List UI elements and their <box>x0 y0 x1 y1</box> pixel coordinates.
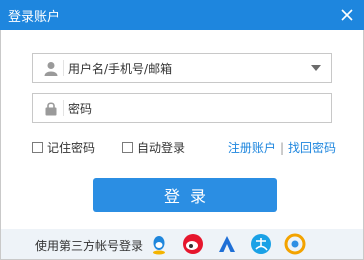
register-link[interactable]: 注册账户 <box>228 139 276 156</box>
login-options: 记住密码 自动登录 注册账户 | 找回密码 <box>32 138 336 156</box>
third-party-bar: 使用第三方帐号登录 <box>0 229 364 260</box>
baidu-icon[interactable] <box>216 233 238 255</box>
title-bar: 登录账户 <box>0 0 364 30</box>
username-placeholder: 用户名/手机号/邮箱 <box>68 61 173 76</box>
user-icon <box>40 58 62 78</box>
third-party-label: 使用第三方帐号登录 <box>35 239 144 253</box>
window-title: 登录账户 <box>8 9 61 25</box>
account-links: 注册账户 | 找回密码 <box>228 139 336 156</box>
auto-login-label: 自动登录 <box>137 141 186 155</box>
forgot-password-link[interactable]: 找回密码 <box>288 139 336 156</box>
username-field[interactable]: 用户名/手机号/邮箱 <box>32 53 332 83</box>
alipay-icon[interactable] <box>250 233 272 255</box>
close-icon <box>341 9 353 21</box>
auto-login-checkbox[interactable]: 自动登录 <box>122 139 185 156</box>
remember-password-checkbox[interactable]: 记住密码 <box>32 139 95 156</box>
qq-icon[interactable] <box>148 233 170 255</box>
login-button[interactable]: 登录 <box>93 178 277 212</box>
chevron-down-icon[interactable] <box>311 65 321 71</box>
weibo-icon[interactable] <box>182 233 204 255</box>
close-button[interactable] <box>336 4 358 26</box>
checkbox-box[interactable] <box>32 142 43 153</box>
lock-icon <box>40 98 62 118</box>
password-field[interactable]: 密码 <box>32 93 332 123</box>
link-separator: | <box>279 140 284 155</box>
checkbox-box[interactable] <box>122 142 133 153</box>
remember-password-label: 记住密码 <box>47 141 96 155</box>
password-placeholder: 密码 <box>68 101 93 116</box>
tencent-weibo-icon[interactable] <box>284 233 306 255</box>
